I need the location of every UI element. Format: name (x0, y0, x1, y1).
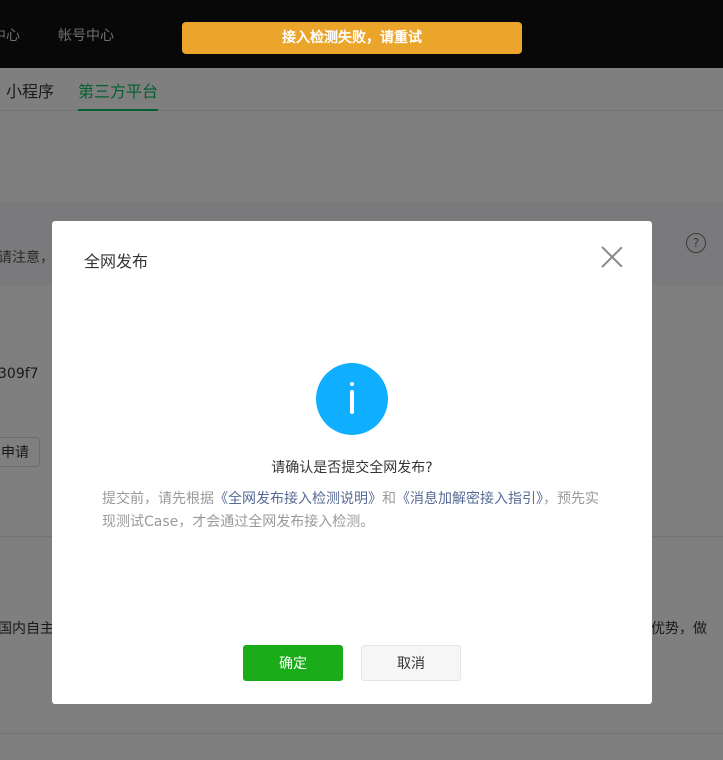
info-icon (316, 363, 388, 435)
error-toast: 接入检测失败，请重试 (182, 22, 522, 54)
dialog-description: 提交前，请先根据《全网发布接入检测说明》和《消息加解密接入指引》，预先实现测试C… (102, 488, 602, 534)
publish-check-guide-link[interactable]: 《全网发布接入检测说明》 (214, 491, 382, 507)
confirm-button[interactable]: 确定 (243, 645, 343, 681)
close-icon[interactable] (600, 245, 624, 269)
encryption-guide-link[interactable]: 《消息加解密接入指引》 (396, 491, 543, 507)
desc-prefix: 提交前，请先根据 (102, 491, 214, 507)
desc-and: 和 (382, 491, 396, 507)
publish-dialog: 全网发布 请确认是否提交全网发布? 提交前，请先根据《全网发布接入检测说明》和《… (52, 221, 652, 704)
cancel-button[interactable]: 取消 (361, 645, 461, 681)
confirm-question: 请确认是否提交全网发布? (271, 460, 433, 476)
dialog-title: 全网发布 (84, 252, 149, 271)
